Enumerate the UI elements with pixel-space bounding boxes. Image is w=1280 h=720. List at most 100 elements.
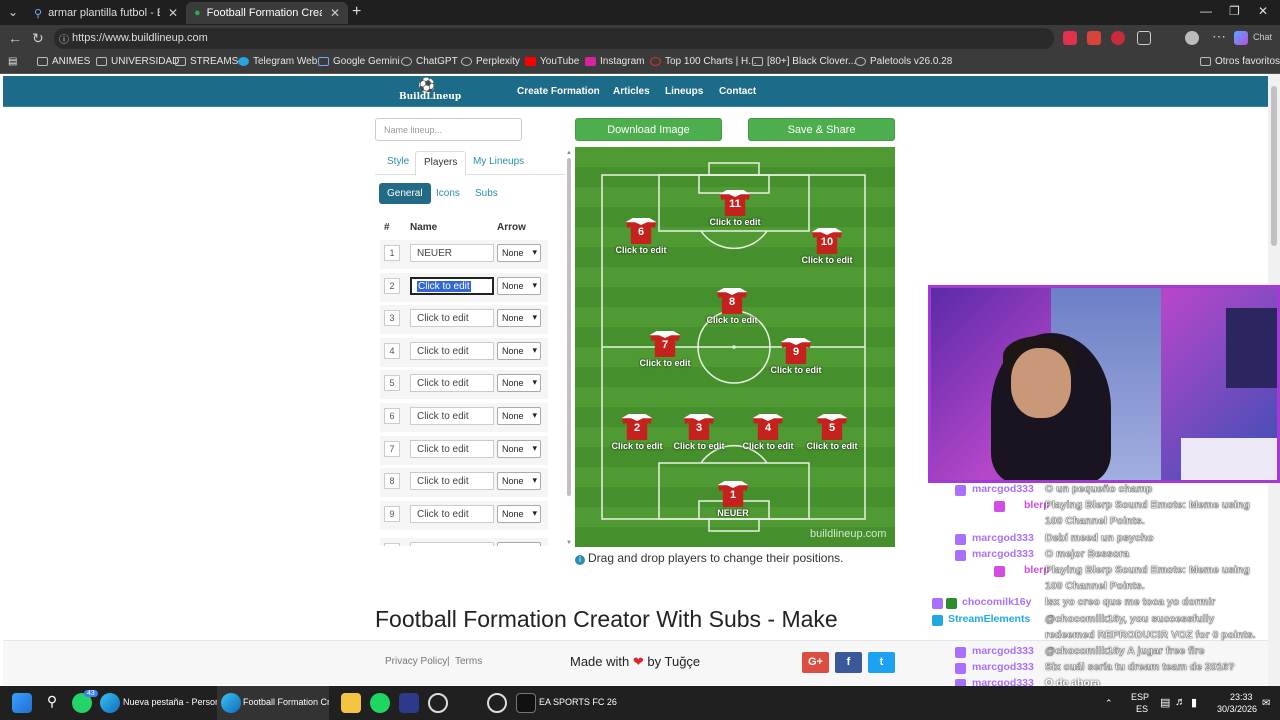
player-name-input[interactable]: Click to edit [410, 407, 494, 425]
arrow-select[interactable]: None [497, 439, 541, 458]
clock-date[interactable]: 30/3/2026 [1217, 704, 1257, 714]
pitch-player[interactable]: 6 Click to edit [591, 218, 691, 262]
pitch-player[interactable]: 10 Click to edit [777, 228, 877, 272]
wifi-icon[interactable]: ▤ [1160, 696, 1170, 709]
tab-my-lineups[interactable]: My Lineups [473, 156, 524, 167]
nav-articles[interactable]: Articles [613, 86, 650, 97]
back-icon[interactable]: ← [8, 30, 22, 46]
privacy-link[interactable]: Privacy Policy [385, 656, 447, 667]
taskbar-item[interactable]: EA SPORTS FC 26 [539, 697, 617, 707]
player-name-input[interactable]: Click to edit [410, 439, 494, 458]
pitch-player[interactable]: 8 Click to edit [682, 288, 782, 332]
app-icon[interactable] [399, 693, 419, 713]
player-label[interactable]: Click to edit [591, 245, 691, 255]
terms-link[interactable]: Terms [455, 656, 482, 667]
search-icon[interactable]: ⚲ [42, 693, 62, 713]
tray-chevron-icon[interactable]: ⌃ [1105, 698, 1113, 709]
player-name-input[interactable]: Click to edit [410, 542, 494, 547]
spotify-icon[interactable] [370, 693, 390, 713]
bookmark-item[interactable]: Paletools v26.0.28 [855, 56, 952, 67]
site-logo[interactable]: ⚽ BuildLineup [399, 78, 461, 102]
app-icon[interactable] [428, 693, 448, 713]
notification-icon[interactable]: ✉ [1262, 698, 1270, 709]
clock-time[interactable]: 23:33 [1230, 692, 1253, 702]
other-favorites[interactable]: Otros favoritos [1200, 56, 1280, 67]
bookmark-item[interactable]: Instagram [585, 56, 644, 67]
tab-search[interactable]: ⚲ armar plantilla futbol - Búsqueda ✕ [26, 2, 186, 24]
facebook-button[interactable]: f [835, 652, 862, 673]
player-label[interactable]: Click to edit [685, 217, 785, 227]
subtab-subs[interactable]: Subs [475, 188, 498, 199]
player-name-input[interactable]: Click to edit [410, 341, 494, 360]
scroll-up-icon[interactable]: ▲ [566, 150, 572, 156]
bookmark-toggle-icon[interactable]: ▤ [8, 56, 17, 67]
minimize-icon[interactable]: — [1200, 4, 1212, 18]
ea-fc-icon[interactable] [516, 693, 536, 713]
extension-icon[interactable] [1087, 31, 1101, 45]
file-explorer-icon[interactable] [341, 693, 361, 713]
tab-formation[interactable]: ● Football Formation Creator - Make ✕ [186, 2, 348, 24]
extension-icon[interactable] [1111, 31, 1125, 45]
player-name-input[interactable]: Click to edit [410, 374, 494, 393]
google-plus-button[interactable]: G+ [802, 652, 829, 673]
pitch-player[interactable]: 7 Click to edit [615, 331, 715, 375]
pitch-player[interactable]: 9 Click to edit [746, 338, 846, 382]
edge-icon[interactable] [100, 693, 120, 713]
volume-icon[interactable]: ♬ [1175, 696, 1186, 708]
download-image-button[interactable]: Download Image [575, 118, 722, 141]
pitch-player[interactable]: 5 Click to edit [782, 414, 882, 458]
bookmark-item[interactable]: Top 100 Charts | H... [650, 56, 757, 67]
bookmark-item[interactable]: UNIVERSIDAD [96, 56, 179, 67]
pitch-player[interactable]: 1 NEUER [683, 481, 783, 525]
lineup-name-input[interactable]: Name lineup... [375, 118, 522, 141]
scroll-down-icon[interactable]: ▼ [566, 540, 572, 546]
player-label[interactable]: Click to edit [682, 315, 782, 325]
arrow-select[interactable]: None [497, 276, 541, 295]
bookmark-item[interactable]: [80+] Black Clover... [752, 56, 856, 67]
twitter-button[interactable]: t [868, 652, 895, 673]
player-name-input[interactable]: Click to edit [410, 276, 494, 295]
player-label[interactable]: Click to edit [782, 441, 882, 451]
player-label[interactable]: Click to edit [746, 365, 846, 375]
close-icon[interactable]: ✕ [330, 6, 340, 20]
arrow-select[interactable]: None [497, 244, 541, 262]
close-icon[interactable]: ✕ [168, 6, 178, 20]
player-name-input[interactable]: NEUER [410, 244, 494, 262]
bookmark-item[interactable]: YouTube [525, 56, 579, 67]
bookmark-item[interactable]: ChatGPT [401, 56, 458, 67]
profile-avatar[interactable] [1185, 31, 1199, 45]
new-tab-icon[interactable]: + [352, 3, 361, 21]
subtab-icons[interactable]: Icons [436, 188, 460, 199]
bookmark-item[interactable]: Telegram Web [238, 56, 317, 67]
site-info-icon[interactable]: ⓘ [59, 31, 69, 46]
windows-start-icon[interactable] [12, 693, 32, 713]
bookmark-item[interactable]: ANIMES [37, 56, 90, 67]
extension-icon[interactable] [1063, 31, 1077, 45]
panel-scrollbar[interactable]: ▲ ▼ [565, 150, 573, 546]
reload-icon[interactable]: ↻ [32, 30, 44, 47]
arrow-select[interactable]: None [497, 504, 541, 523]
nav-lineups[interactable]: Lineups [665, 86, 703, 97]
chat-button[interactable]: Chat [1253, 32, 1272, 42]
more-icon[interactable]: ⋯ [1212, 28, 1226, 45]
player-label[interactable]: Click to edit [615, 358, 715, 368]
nav-contact[interactable]: Contact [719, 86, 756, 97]
copilot-icon[interactable] [1234, 31, 1248, 45]
language-indicator[interactable]: ESP [1131, 692, 1149, 702]
arrow-select[interactable]: None [497, 341, 541, 360]
scroll-thumb[interactable] [567, 158, 571, 496]
player-label[interactable]: NEUER [683, 508, 783, 518]
battery-icon[interactable]: ▮ [1191, 696, 1197, 709]
nav-create-formation[interactable]: Create Formation [517, 86, 600, 97]
scroll-thumb[interactable] [1271, 86, 1277, 246]
arrow-select[interactable]: None [497, 374, 541, 393]
save-share-button[interactable]: Save & Share [748, 118, 895, 141]
arrow-select[interactable]: None [497, 309, 541, 328]
extension-icon[interactable] [1137, 31, 1151, 45]
bookmark-item[interactable]: Google Gemini [318, 56, 400, 67]
arrow-select[interactable]: None [497, 472, 541, 491]
arrow-select[interactable]: None [497, 407, 541, 425]
arrow-select[interactable]: None [497, 542, 541, 547]
pitch-player[interactable]: 11 Click to edit [685, 190, 785, 234]
tab-players[interactable]: Players [415, 151, 467, 176]
